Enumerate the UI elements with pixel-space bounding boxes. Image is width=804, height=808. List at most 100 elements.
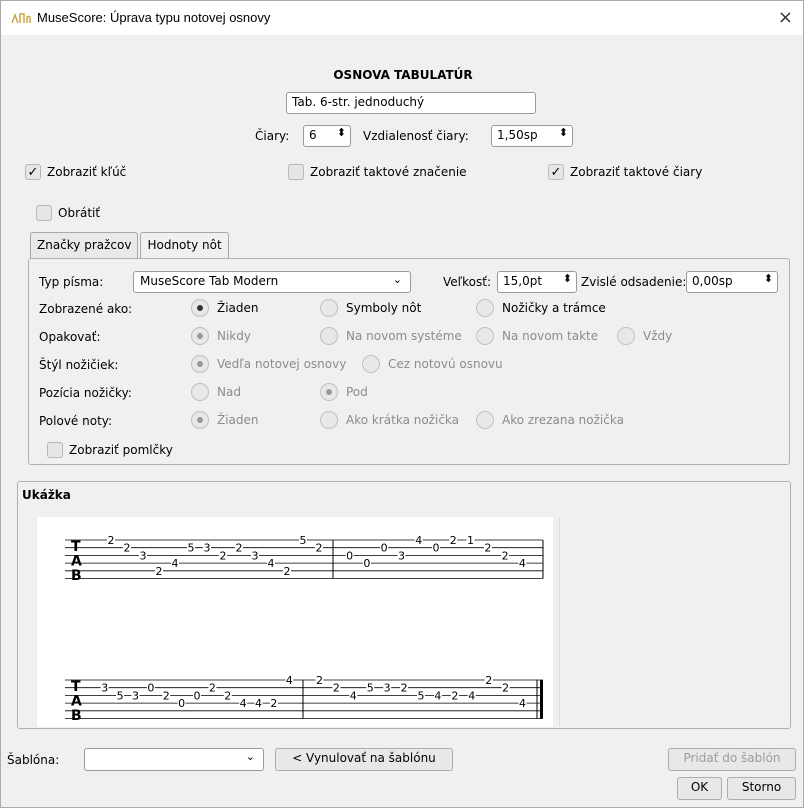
fret-number: 2 — [450, 534, 457, 547]
radio-always[interactable]: Vždy — [617, 327, 672, 345]
radio-through-staff[interactable]: Cez notovú osnovu — [362, 355, 503, 373]
line-distance-spinbox[interactable]: 1,50sp ⬍ — [491, 125, 573, 147]
radio-below[interactable]: Pod — [320, 383, 368, 401]
dialog-window: MuseScore: Úprava typu notovej osnovy × … — [0, 0, 804, 808]
tab-preview-svg: TAB223245 322342520003402 1224TAB35 3020022… — [65, 534, 544, 724]
preview-title: Ukážka — [22, 488, 71, 502]
chevron-down-icon: ⌄ — [392, 273, 402, 286]
radio-label: Symboly nôt — [346, 301, 422, 315]
fret-number: 2 — [485, 674, 492, 687]
fret-number: 2 — [270, 697, 277, 710]
fret-number: 0 — [178, 697, 185, 710]
spin-arrows-icon[interactable]: ⬍ — [764, 272, 773, 285]
radio-never[interactable]: Nikdy — [191, 327, 251, 345]
fret-number: 3 — [252, 549, 259, 562]
radio-label: Pod — [346, 385, 368, 399]
show-rests-checkbox[interactable]: Zobraziť pomlčky — [47, 442, 173, 458]
font-type-select[interactable]: MuseScore Tab Modern ⌄ — [133, 271, 411, 293]
checkmark-icon[interactable]: ✓ — [548, 164, 564, 180]
fret-number: 2 — [209, 682, 216, 695]
tab-bar: Značky pražcov Hodnoty nôt — [30, 232, 231, 260]
vertical-offset-value: 0,00sp — [692, 274, 733, 288]
clef-letter: A — [71, 553, 82, 569]
tab-note-values[interactable]: Hodnoty nôt — [140, 232, 229, 260]
spin-arrows-icon[interactable]: ⬍ — [559, 126, 568, 139]
radio-short-stem[interactable]: Ako krátka nožička — [320, 411, 459, 429]
row-label: Polové noty: — [39, 414, 113, 428]
fret-number: 2 — [484, 542, 491, 555]
spin-arrows-icon[interactable]: ⬍ — [337, 126, 346, 139]
show-barlines-checkbox[interactable]: ✓ Zobraziť taktové čiary — [548, 164, 702, 180]
radio-new-measure[interactable]: Na novom takte — [476, 327, 598, 345]
fret-number: 4 — [255, 697, 262, 710]
fret-number: 0 — [433, 542, 440, 555]
show-timesig-checkbox[interactable]: Zobraziť taktové značenie — [288, 164, 467, 180]
radio-none-half[interactable]: Žiaden — [191, 411, 259, 429]
size-spinbox[interactable]: 15,0pt ⬍ — [497, 271, 577, 293]
cancel-button[interactable]: Storno — [727, 777, 796, 800]
fret-number: 4 — [268, 557, 275, 570]
fret-number: 3 — [384, 682, 391, 695]
size-value: 15,0pt — [503, 274, 543, 288]
show-clef-checkbox[interactable]: ✓ Zobraziť kľúč — [25, 164, 126, 180]
font-type-value: MuseScore Tab Modern — [140, 274, 279, 288]
clef-letter: B — [71, 708, 82, 724]
radio-above[interactable]: Nad — [191, 383, 241, 401]
radio-label: Nikdy — [217, 329, 251, 343]
checkbox-empty-icon[interactable] — [288, 164, 304, 180]
fret-number: 2 — [156, 565, 163, 578]
radio-stems-beams[interactable]: Nožičky a trámce — [476, 299, 606, 317]
staff-name-input[interactable]: Tab. 6-str. jednoduchý — [286, 92, 536, 114]
checkbox-empty-icon[interactable] — [36, 205, 52, 221]
radio-label: Vždy — [643, 329, 673, 343]
radio-note-symbols[interactable]: Symboly nôt — [320, 299, 421, 317]
spin-arrows-icon[interactable]: ⬍ — [563, 272, 572, 285]
fret-number: 4 — [240, 697, 247, 710]
fret-number: 4 — [434, 689, 441, 702]
fret-number: 2 — [236, 542, 243, 555]
checkbox-empty-icon[interactable] — [47, 442, 63, 458]
fret-number: 5 — [367, 682, 374, 695]
fret-number: 0 — [381, 542, 388, 555]
radio-label: Žiaden — [217, 301, 259, 315]
flip-label: Obrátiť — [58, 206, 101, 220]
staff-group-header: OSNOVA TABULATÚR — [333, 68, 473, 82]
fret-number: 2 — [502, 549, 509, 562]
line-distance-label: Vzdialenosť čiary: — [363, 129, 469, 143]
size-label: Veľkosť: — [443, 275, 492, 289]
fret-number: 5 — [188, 542, 195, 555]
fret-number: 3 — [132, 689, 139, 702]
radio-none[interactable]: Žiaden — [191, 299, 259, 317]
fret-number: 2 — [163, 689, 170, 702]
show-rests-label: Zobraziť pomlčky — [69, 443, 173, 457]
checkmark-icon[interactable]: ✓ — [25, 164, 41, 180]
row-label: Pozícia nožičky: — [39, 386, 132, 400]
fret-number: 2 — [316, 542, 323, 555]
show-barlines-label: Zobraziť taktové čiary — [570, 165, 703, 179]
radio-beside-staff[interactable]: Vedľa notovej osnovy — [191, 355, 346, 373]
flip-checkbox[interactable]: Obrátiť — [36, 205, 100, 221]
add-to-templates-button[interactable]: Pridať do šablón — [668, 748, 796, 771]
vertical-offset-spinbox[interactable]: 0,00sp ⬍ — [686, 271, 778, 293]
tab-fret-marks[interactable]: Značky pražcov — [30, 232, 139, 259]
row-label: Opakovať: — [39, 330, 101, 344]
radio-label: Na novom systéme — [346, 329, 462, 343]
ok-button[interactable]: OK — [677, 777, 722, 800]
lines-spinbox[interactable]: 6 ⬍ — [303, 125, 351, 147]
fret-number: 0 — [147, 682, 154, 695]
fret-number: 4 — [286, 674, 293, 687]
radio-sliced-stem[interactable]: Ako zrezana nožička — [476, 411, 624, 429]
fret-number: 3 — [398, 549, 405, 562]
line-distance-value: 1,50sp — [497, 128, 538, 142]
fret-number: 4 — [468, 689, 475, 702]
fret-number: 2 — [108, 534, 115, 547]
close-icon[interactable]: × — [778, 7, 793, 28]
fret-number: 2 — [316, 674, 323, 687]
fret-number: 3 — [101, 682, 108, 695]
radio-new-system[interactable]: Na novom systéme — [320, 327, 462, 345]
template-select[interactable]: ⌄ — [84, 748, 264, 771]
fret-number: 3 — [204, 542, 211, 555]
reset-to-template-button[interactable]: < Vynulovať na šablónu — [275, 748, 453, 771]
radio-label: Nožičky a trámce — [502, 301, 606, 315]
vertical-offset-label: Zvislé odsadenie: — [581, 275, 687, 289]
